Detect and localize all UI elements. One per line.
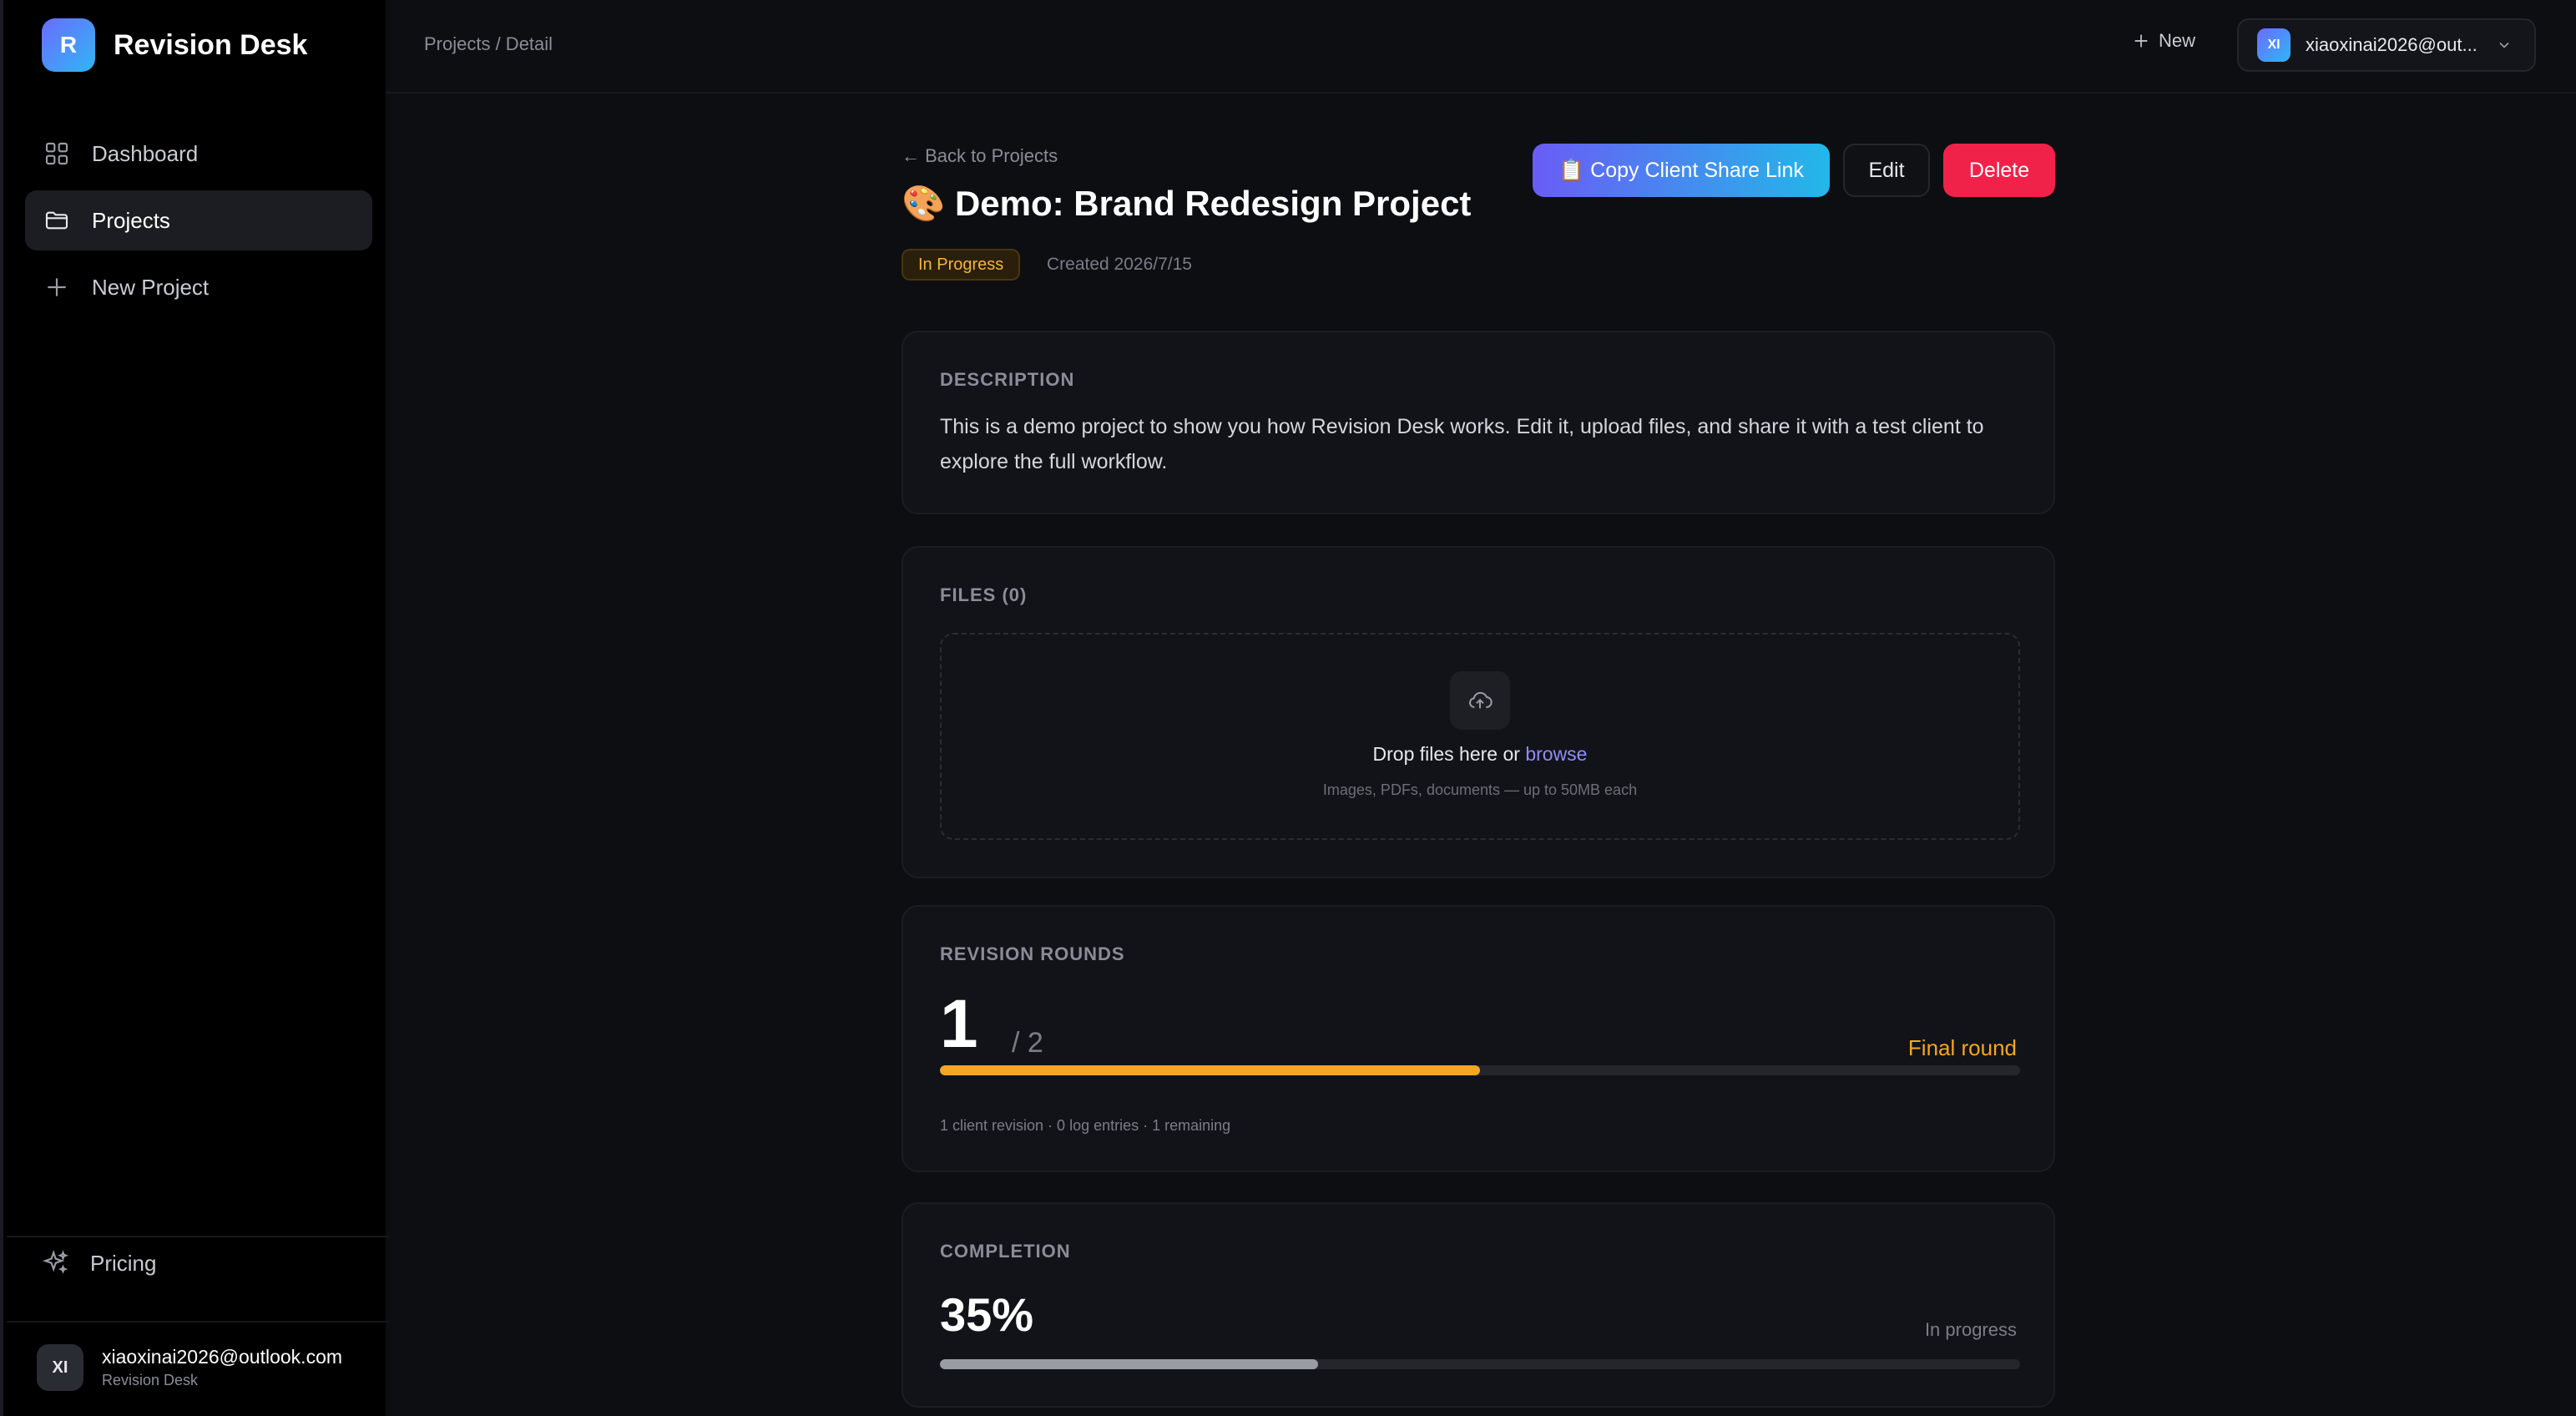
divider xyxy=(7,1236,389,1237)
sidebar-item-label: New Project xyxy=(92,274,210,300)
drop-hint: Images, PDFs, documents — up to 50MB eac… xyxy=(1322,781,1638,798)
user-card[interactable]: XI xiaoxinai2026@outlook.com Revision De… xyxy=(37,1344,342,1391)
status-badge: In Progress xyxy=(902,249,1021,281)
account-email: xiaoxinai2026@out... xyxy=(2306,34,2478,55)
sidebar: R Revision Desk Dashboard Projects New P… xyxy=(0,0,389,1416)
account-menu[interactable]: XI xiaoxinai2026@out... xyxy=(2237,18,2536,72)
avatar: XI xyxy=(37,1344,83,1391)
cloud-upload-icon xyxy=(1469,691,1493,709)
page-title: 🎨 Demo: Brand Redesign Project xyxy=(902,184,1472,223)
sidebar-item-label: Pricing xyxy=(90,1250,157,1276)
upload-button[interactable] xyxy=(1450,671,1510,730)
brand[interactable]: R Revision Desk xyxy=(42,18,307,72)
avatar: XI xyxy=(2257,28,2291,62)
topbar: Projects / Detail New XI xiaoxinai2026@o… xyxy=(386,0,2576,94)
brand-name: Revision Desk xyxy=(114,28,308,61)
drop-text: Drop files here or xyxy=(1372,743,1526,765)
user-email: xiaoxinai2026@outlook.com xyxy=(102,1346,343,1368)
new-button[interactable]: New xyxy=(2132,30,2195,52)
sidebar-item-new-project[interactable]: New Project xyxy=(25,257,372,317)
sidebar-item-label: Projects xyxy=(92,207,170,233)
completion-percent: 35% xyxy=(940,1288,1034,1341)
new-button-label: New xyxy=(2159,30,2196,51)
user-subtitle: Revision Desk xyxy=(102,1372,199,1388)
completion-progress-fill xyxy=(940,1359,1318,1369)
completion-progress-bar xyxy=(940,1359,2020,1369)
current-round: 1 xyxy=(940,986,978,1062)
browse-link[interactable]: browse xyxy=(1525,743,1587,765)
file-dropzone[interactable]: Drop files here or browse Images, PDFs, … xyxy=(940,633,2020,840)
revision-progress-bar xyxy=(940,1065,2020,1075)
chevron-down-icon xyxy=(2499,42,2509,48)
sidebar-item-dashboard[interactable]: Dashboard xyxy=(25,124,372,184)
copy-share-link-button[interactable]: 📋 Copy Client Share Link xyxy=(1533,144,1830,197)
breadcrumb: Projects / Detail xyxy=(424,33,553,54)
edit-button[interactable]: Edit xyxy=(1843,144,1930,197)
section-label: FILES (0) xyxy=(940,584,1028,605)
completion-status: In progress xyxy=(1924,1319,2017,1340)
files-card: FILES (0) Drop files here or browse Imag… xyxy=(902,546,2055,878)
drop-instructions: Drop files here or browse xyxy=(942,743,2018,766)
sidebar-item-pricing[interactable]: Pricing xyxy=(42,1249,156,1277)
brand-logo: R xyxy=(42,18,95,72)
plus-icon xyxy=(2134,34,2148,48)
sidebar-item-projects[interactable]: Projects xyxy=(25,190,372,250)
app-window: R Revision Desk Dashboard Projects New P… xyxy=(0,0,2576,1416)
final-round-label: Final round xyxy=(1907,1035,2017,1060)
total-rounds: / 2 xyxy=(1012,1027,1043,1059)
revision-meta: 1 client revision · 0 log entries · 1 re… xyxy=(940,1117,1231,1134)
revision-rounds-card: REVISION ROUNDS 1 / 2 Final round 1 clie… xyxy=(902,905,2055,1172)
plus-icon xyxy=(48,278,66,296)
sidebar-item-label: Dashboard xyxy=(92,140,199,166)
description-text: This is a demo project to show you how R… xyxy=(940,415,1984,473)
delete-button[interactable]: Delete xyxy=(1943,144,2055,197)
grid-icon xyxy=(45,142,68,165)
divider xyxy=(7,1321,389,1322)
sparkles-icon xyxy=(43,1250,68,1274)
project-detail: ← Back to Projects 🎨 Demo: Brand Redesig… xyxy=(386,94,2576,1416)
completion-card: COMPLETION 35% In progress xyxy=(902,1202,2055,1408)
section-label: COMPLETION xyxy=(940,1241,1071,1262)
description-card: DESCRIPTION This is a demo project to sh… xyxy=(902,331,2055,514)
revision-progress-fill xyxy=(940,1065,1480,1075)
folder-icon xyxy=(45,211,68,230)
section-label: REVISION ROUNDS xyxy=(940,943,1125,964)
back-to-projects-link[interactable]: ← Back to Projects xyxy=(902,145,1058,167)
section-label: DESCRIPTION xyxy=(940,369,1075,390)
sidebar-nav: Dashboard Projects New Project xyxy=(25,124,372,324)
created-date: Created 2026/7/15 xyxy=(1047,255,1192,274)
